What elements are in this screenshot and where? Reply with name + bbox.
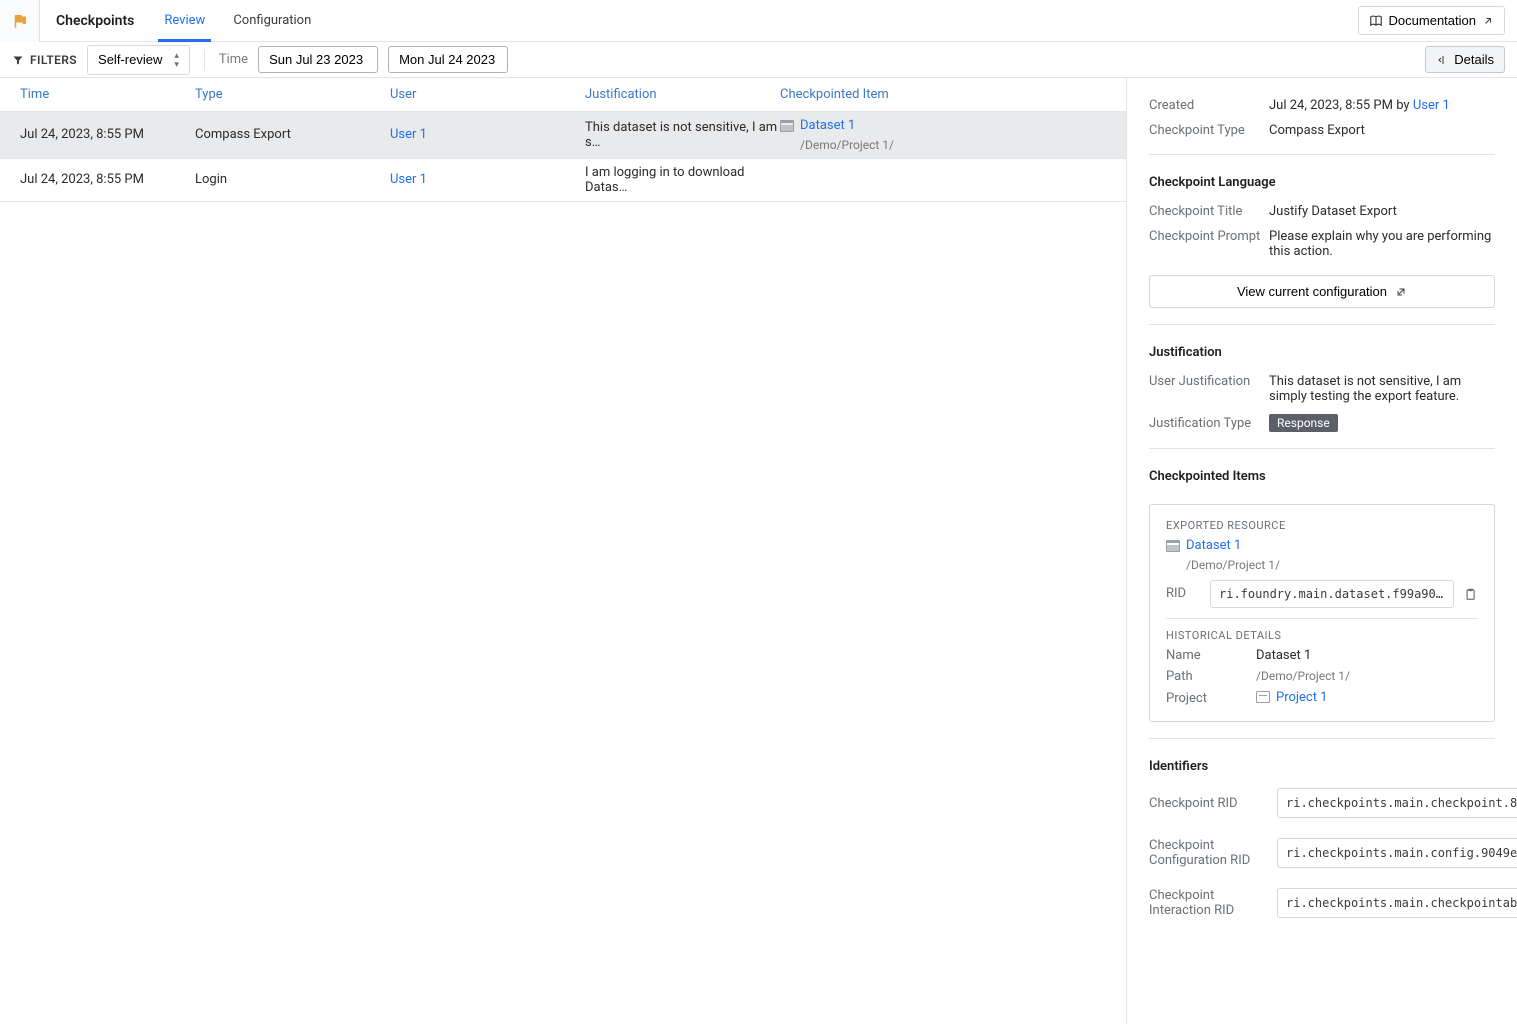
- cell-user-link[interactable]: User 1: [390, 172, 585, 187]
- user-justification-value: This dataset is not sensitive, I am simp…: [1269, 374, 1495, 404]
- justification-type-label: Justification Type: [1149, 416, 1269, 431]
- dataset-icon: [1166, 540, 1180, 552]
- column-type[interactable]: Type: [195, 87, 390, 102]
- table-area: Time Type User Justification Checkpointe…: [0, 78, 1127, 1024]
- checkpoint-prompt-label: Checkpoint Prompt: [1149, 229, 1269, 259]
- documentation-button[interactable]: Documentation: [1358, 6, 1505, 35]
- app-flag-icon: [0, 0, 40, 42]
- book-icon: [1369, 14, 1383, 28]
- table-body: Jul 24, 2023, 8:55 PM Compass Export Use…: [0, 112, 1126, 202]
- cell-item: Dataset 1 /Demo/Project 1/: [780, 118, 1126, 152]
- topbar: Checkpoints Review Configuration Documen…: [0, 0, 1517, 42]
- dataset-link[interactable]: Dataset 1: [780, 118, 855, 133]
- created-user-link[interactable]: User 1: [1413, 98, 1450, 113]
- divider: [204, 49, 205, 71]
- rid-label: RID: [1166, 586, 1202, 601]
- details-toggle-button[interactable]: Details: [1425, 46, 1505, 73]
- date-from-input[interactable]: [258, 46, 378, 73]
- table-header: Time Type User Justification Checkpointe…: [0, 78, 1126, 112]
- clipboard-icon: [1463, 587, 1477, 601]
- sort-icon: ▴▾: [174, 51, 179, 69]
- hist-project-link[interactable]: Project 1: [1256, 690, 1328, 705]
- section-checkpointed-items: Checkpointed Items: [1149, 469, 1495, 484]
- exported-resource-box: EXPORTED RESOURCE Dataset 1 /Demo/Projec…: [1149, 504, 1495, 722]
- rid-value[interactable]: ri.foundry.main.dataset.f99a90ee-88: [1210, 580, 1454, 608]
- dataset-path: /Demo/Project 1/: [800, 138, 1126, 152]
- project-icon: [1256, 691, 1270, 703]
- exported-resource-label: EXPORTED RESOURCE: [1166, 519, 1478, 532]
- checkpoint-type-label: Checkpoint Type: [1149, 123, 1269, 138]
- details-panel: Created Jul 24, 2023, 8:55 PM by User 1 …: [1127, 78, 1517, 1024]
- hist-project-label: Project: [1166, 691, 1256, 706]
- table-row[interactable]: Jul 24, 2023, 8:55 PM Compass Export Use…: [0, 112, 1126, 159]
- page-title: Checkpoints: [40, 13, 150, 29]
- cell-time: Jul 24, 2023, 8:55 PM: [0, 172, 195, 187]
- view-configuration-button[interactable]: View current configuration: [1149, 275, 1495, 308]
- section-checkpoint-language: Checkpoint Language: [1149, 175, 1495, 190]
- cell-type: Login: [195, 172, 390, 187]
- hist-name-value: Dataset 1: [1256, 648, 1478, 663]
- column-item[interactable]: Checkpointed Item: [780, 87, 1126, 102]
- self-review-dropdown[interactable]: Self-review ▴▾: [87, 45, 190, 75]
- tab-configuration[interactable]: Configuration: [219, 0, 325, 42]
- column-user[interactable]: User: [390, 87, 585, 102]
- time-label: Time: [219, 52, 248, 67]
- id-label-checkpoint-rid: Checkpoint RID: [1149, 796, 1269, 811]
- filters-label: FILTERS: [12, 53, 77, 67]
- column-time[interactable]: Time: [0, 87, 195, 102]
- date-to-input[interactable]: [388, 46, 508, 73]
- id-value-checkpoint-rid[interactable]: ri.checkpoints.main.checkpoint.88602907: [1277, 788, 1517, 818]
- created-value: Jul 24, 2023, 8:55 PM by User 1: [1269, 98, 1495, 113]
- exported-dataset-path: /Demo/Project 1/: [1186, 558, 1478, 572]
- cell-justification: I am logging in to download Datas…: [585, 165, 780, 195]
- historical-details-label: HISTORICAL DETAILS: [1166, 629, 1478, 642]
- checkpoint-title-value: Justify Dataset Export: [1269, 204, 1495, 219]
- checkpoint-title-label: Checkpoint Title: [1149, 204, 1269, 219]
- exported-dataset-link[interactable]: Dataset 1: [1166, 538, 1241, 553]
- external-link-icon: [1395, 286, 1407, 298]
- table-row[interactable]: Jul 24, 2023, 8:55 PM Login User 1 I am …: [0, 159, 1126, 202]
- id-value-config-rid[interactable]: ri.checkpoints.main.config.9049e317-786a: [1277, 838, 1517, 868]
- external-link-icon: [1482, 15, 1494, 27]
- cell-type: Compass Export: [195, 127, 390, 142]
- hist-path-value: /Demo/Project 1/: [1256, 669, 1478, 684]
- hist-path-label: Path: [1166, 669, 1256, 684]
- column-justification[interactable]: Justification: [585, 87, 780, 102]
- id-label-config-rid: Checkpoint Configuration RID: [1149, 838, 1269, 868]
- cell-time: Jul 24, 2023, 8:55 PM: [0, 127, 195, 142]
- section-justification: Justification: [1149, 345, 1495, 360]
- filter-icon: [12, 54, 24, 66]
- hist-name-label: Name: [1166, 648, 1256, 663]
- section-identifiers: Identifiers: [1149, 759, 1495, 774]
- justification-type-badge: Response: [1269, 414, 1338, 432]
- created-label: Created: [1149, 98, 1269, 113]
- cell-user-link[interactable]: User 1: [390, 127, 585, 142]
- panel-collapse-icon: [1436, 54, 1448, 66]
- id-label-interaction-rid: Checkpoint Interaction RID: [1149, 888, 1269, 918]
- filterbar: FILTERS Self-review ▴▾ Time Details: [0, 42, 1517, 78]
- user-justification-label: User Justification: [1149, 374, 1269, 404]
- cell-justification: This dataset is not sensitive, I am s…: [585, 120, 780, 150]
- copy-rid-button[interactable]: [1462, 586, 1478, 602]
- checkpoint-type-value: Compass Export: [1269, 123, 1495, 138]
- checkpoint-prompt-value: Please explain why you are performing th…: [1269, 229, 1495, 259]
- id-value-interaction-rid[interactable]: ri.checkpoints.main.checkpointable-inter…: [1277, 888, 1517, 918]
- tab-review[interactable]: Review: [150, 0, 219, 42]
- dataset-icon: [780, 120, 794, 132]
